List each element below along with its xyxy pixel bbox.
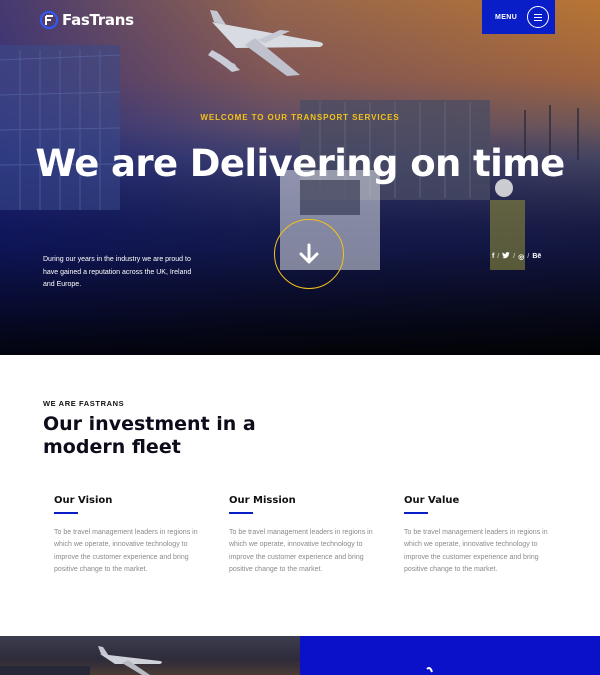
vision-column: Our Vision To be travel management leade… (54, 495, 214, 577)
mission-column: Our Mission To be travel management lead… (229, 495, 389, 577)
title-underline (404, 512, 428, 514)
twitter-icon[interactable] (502, 252, 510, 261)
social-separator: / (527, 253, 530, 260)
hero-section: FasTrans MENU WELCOME TO OUR TRANSPORT S… (0, 0, 600, 355)
about-eyebrow: WE ARE FASTRANS (43, 399, 125, 408)
hero-description: During our years in the industry we are … (43, 256, 192, 288)
title-underline (229, 512, 253, 514)
menu-button[interactable]: MENU (482, 0, 555, 34)
social-separator: / (497, 253, 500, 260)
blue-panel (300, 636, 600, 675)
menu-label: MENU (495, 13, 518, 21)
column-title: Our Value (404, 495, 460, 506)
airplane-image (0, 646, 162, 675)
about-title: Our investment in a modern fleet (43, 413, 256, 458)
hamburger-icon (527, 6, 550, 28)
scroll-down-button[interactable] (274, 219, 344, 289)
behance-icon[interactable]: Bē (532, 253, 541, 260)
value-column: Our Value To be travel management leader… (404, 495, 564, 577)
column-text: To be travel management leaders in regio… (54, 529, 198, 574)
brand-logo[interactable]: FasTrans (40, 11, 134, 29)
arrow-down-icon (299, 243, 319, 264)
dribbble-icon[interactable]: ◎ (518, 253, 524, 261)
hero-eyebrow: WELCOME TO OUR TRANSPORT SERVICES (200, 113, 400, 122)
column-text: To be travel management leaders in regio… (404, 529, 548, 574)
social-separator: / (513, 253, 516, 260)
social-links: f / / ◎ / Bē (492, 252, 541, 261)
title-underline (54, 512, 78, 514)
column-title: Our Vision (54, 495, 113, 506)
fleet-image (0, 636, 300, 675)
column-title: Our Mission (229, 495, 296, 506)
fastrans-logo-icon (40, 11, 58, 29)
airplane-image (208, 10, 323, 76)
column-text: To be travel management leaders in regio… (229, 529, 373, 574)
brand-name: FasTrans (62, 11, 134, 29)
hero-title: We are Delivering on time (35, 142, 565, 185)
facebook-icon[interactable]: f (492, 253, 494, 260)
